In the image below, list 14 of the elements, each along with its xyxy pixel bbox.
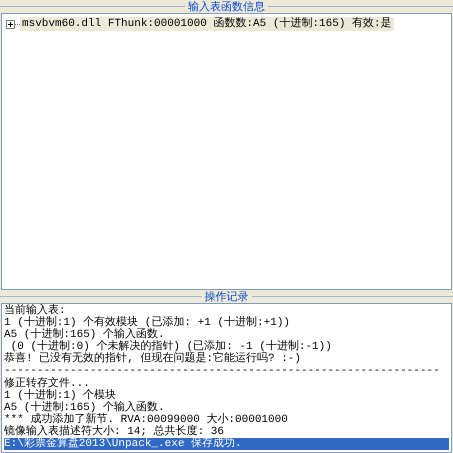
expand-icon[interactable] xyxy=(6,20,15,28)
log-line[interactable]: 恭喜! 已没有无效的指针, 但现在问题是:它能运行吗? :-) xyxy=(4,353,449,366)
log-line[interactable]: 修正转存文件... xyxy=(4,378,449,390)
tree-item[interactable]: msvbvm60.dll FThunk:00001000 函数数:A5 (十进制:165) 有效:是 xyxy=(20,17,394,31)
group-title: 操作记录 xyxy=(204,290,250,303)
log-line[interactable]: ------------------------------------------------------------------ xyxy=(4,365,449,378)
log-line[interactable]: A5 (十进制:165) 个输入函数. xyxy=(4,329,449,342)
log-line[interactable]: 1 (十进制:1) 个模块 xyxy=(4,390,449,402)
log-line[interactable]: 当前输入表: xyxy=(4,305,449,318)
log-line[interactable]: 镜像输入表描述符大小: 14; 总共长度: 36 xyxy=(4,426,449,438)
log-line[interactable]: *** 成功添加了新节. RVA:00099000 大小:00001000 xyxy=(4,414,449,426)
group-title: 输入表函数信息 xyxy=(187,0,266,13)
log-line[interactable]: A5 (十进制:165) 个输入函数. xyxy=(4,402,449,414)
log-line[interactable]: 1 (十进制:1) 个有效模块 (已添加: +1 (十进制:+1)) xyxy=(4,317,449,330)
